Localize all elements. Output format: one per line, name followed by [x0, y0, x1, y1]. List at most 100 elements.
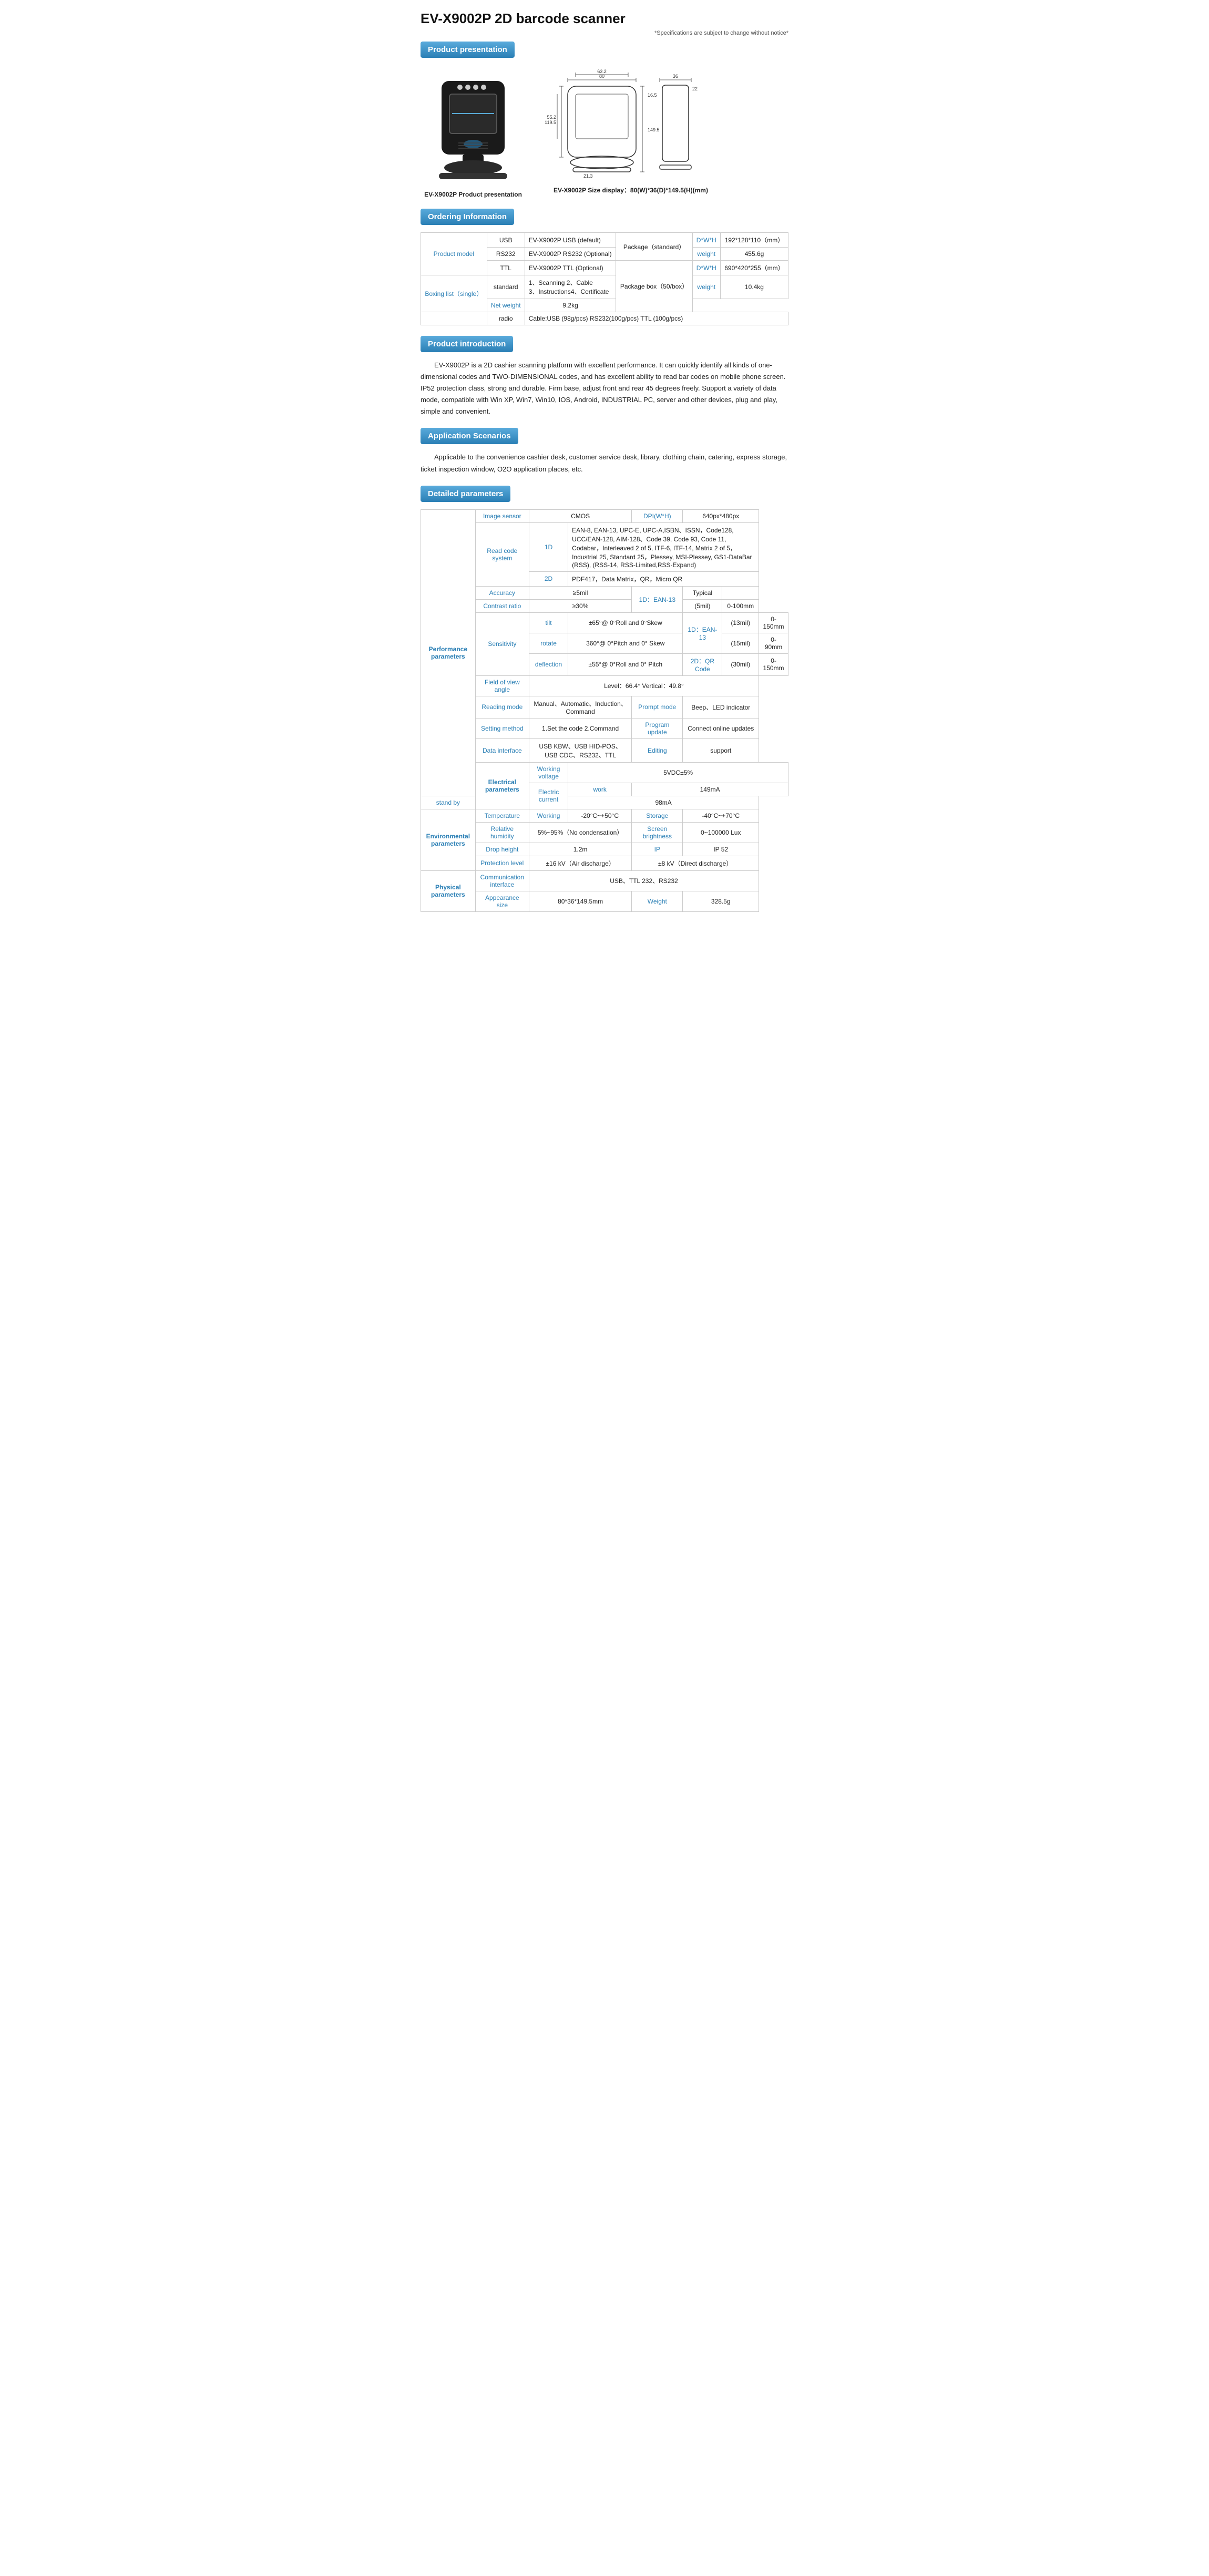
ean13-label-2: 1D：EAN-13: [683, 612, 722, 653]
svg-text:119.5: 119.5: [545, 120, 556, 125]
sensitivity-label: Sensitivity: [475, 612, 529, 675]
protection-direct-value: ±8 kV（Direct discharge）: [632, 856, 759, 870]
comm-interface-label: Communication interface: [475, 870, 529, 891]
program-update-label: Program update: [632, 718, 683, 738]
working-label: Working: [529, 809, 568, 822]
storage-value: -40°C~+70°C: [683, 809, 759, 822]
fov-label: Field of view angle: [475, 675, 529, 696]
ip-label: IP: [632, 843, 683, 856]
boxing-net-weight-value: 9.2kg: [525, 299, 616, 312]
env-group-label: Environmental parameters: [421, 809, 476, 870]
deflection-label: deflection: [529, 653, 568, 675]
app-header: Application Scenarios: [421, 428, 518, 444]
drop-height-label: Drop height: [475, 843, 529, 856]
protection-air-value: ±16 kV（Air discharge）: [529, 856, 631, 870]
5mil-value: 0-100mm: [722, 599, 759, 612]
boxing-radio-label: radio: [487, 312, 525, 325]
table-row: Product model USB EV-X9002P USB (default…: [421, 233, 788, 248]
boxing-radio-items: Cable:USB (98g/pcs) RS232(100g/pcs) TTL …: [525, 312, 788, 325]
box-weight-label: weight: [692, 275, 720, 299]
boxing-radio-group: [421, 312, 487, 325]
1d-codes: EAN-8, EAN-13, UPC-E, UPC-A,ISBN、ISSN，Co…: [568, 522, 759, 571]
contrast-value: ≥30%: [529, 599, 631, 612]
params-section: Detailed parameters Performanceparameter…: [421, 486, 788, 912]
table-row: Physicalparameters Communication interfa…: [421, 870, 788, 891]
params-header: Detailed parameters: [421, 486, 510, 502]
table-row: Data interface USB KBW、USB HID-POS、USB C…: [421, 738, 788, 762]
editing-value: support: [683, 738, 759, 762]
package-box-label: Package box（50/box）: [616, 261, 692, 312]
model-usb: EV-X9002P USB (default): [525, 233, 616, 248]
15mil-value: 0-90mm: [759, 633, 788, 653]
table-row: Appearance size 80*36*149.5mm Weight 328…: [421, 891, 788, 911]
work-label: work: [568, 783, 632, 796]
interface-ttl: TTL: [487, 261, 525, 275]
typical-label: Typical: [683, 586, 722, 599]
intro-header: Product introduction: [421, 336, 513, 352]
box-weight-value: 10.4kg: [720, 275, 788, 299]
read-code-label: Read codesystem: [475, 522, 529, 586]
qr-label: 2D：QR Code: [683, 653, 722, 675]
13mil-value: 0-150mm: [759, 612, 788, 633]
product-model-label: Product model: [421, 233, 487, 275]
table-row: Sensitivity tilt ±65°@ 0°Roll and 0°Skew…: [421, 612, 788, 633]
editing-label: Editing: [632, 738, 683, 762]
prompt-mode-label: Prompt mode: [632, 696, 683, 718]
table-row: Accuracy ≥5mil 1D：EAN-13 Typical: [421, 586, 788, 599]
spec-note: *Specifications are subject to change wi…: [421, 30, 788, 36]
reading-mode-label: Reading mode: [475, 696, 529, 718]
box-dwh-value: 690*420*255（mm）: [720, 261, 788, 275]
scanner-caption: EV-X9002P Product presentation: [421, 191, 526, 198]
ordering-section: Ordering Information Product model USB E…: [421, 209, 788, 325]
model-ttl: EV-X9002P TTL (Optional): [525, 261, 616, 275]
box-dwh-label: D*W*H: [692, 261, 720, 275]
rotate-value: 360°@ 0°Pitch and 0° Skew: [568, 633, 683, 653]
tilt-label: tilt: [529, 612, 568, 633]
2d-codes: PDF417，Data Matrix，QR，Micro QR: [568, 571, 759, 586]
appearance-value: 80*36*149.5mm: [529, 891, 631, 911]
package-standard-label: Package（standard）: [616, 233, 692, 261]
image-sensor-value: CMOS: [529, 509, 631, 522]
15mil-label: (15mil): [722, 633, 759, 653]
page-title: EV-X9002P 2D barcode scanner: [421, 11, 788, 27]
table-row: Protection level ±16 kV（Air discharge） ±…: [421, 856, 788, 870]
intro-section: Product introduction EV-X9002P is a 2D c…: [421, 336, 788, 417]
electric-current-label: Electric current: [529, 783, 568, 809]
table-row: Setting method 1.Set the code 2.Command …: [421, 718, 788, 738]
model-rs232: EV-X9002P RS232 (Optional): [525, 248, 616, 261]
appearance-label: Appearance size: [475, 891, 529, 911]
prompt-mode-value: Beep、LED indicator: [683, 696, 759, 718]
size-caption: EV-X9002P Size display：80(W)*36(D)*149.5…: [541, 186, 720, 194]
program-update-value: Connect online updates: [683, 718, 759, 738]
image-sensor-label: Image sensor: [475, 509, 529, 522]
ordering-header: Ordering Information: [421, 209, 514, 225]
temp-working-value: -20°C~+50°C: [568, 809, 632, 822]
humidity-value: 5%~95%（No condensation）: [529, 822, 631, 843]
1d-label: 1D: [529, 522, 568, 571]
deflection-value: ±55°@ 0°Roll and 0° Pitch: [568, 653, 683, 675]
svg-text:55.2: 55.2: [547, 115, 556, 120]
table-row: Read codesystem 1D EAN-8, EAN-13, UPC-E,…: [421, 522, 788, 571]
weight-value: 328.5g: [683, 891, 759, 911]
svg-text:149.5: 149.5: [648, 127, 660, 132]
dwh-label-1: D*W*H: [692, 233, 720, 248]
dpi-value: 640px*480px: [683, 509, 759, 522]
comm-interface-value: USB、TTL 232、RS232: [529, 870, 759, 891]
table-row: Electricalparameters Working voltage 5VD…: [421, 762, 788, 783]
interface-rs232: RS232: [487, 248, 525, 261]
contrast-label: Contrast ratio: [475, 599, 529, 612]
ean13-label: 1D：EAN-13: [632, 586, 683, 612]
table-row: Contrast ratio ≥30% (5mil) 0-100mm: [421, 599, 788, 612]
protection-label: Protection level: [475, 856, 529, 870]
product-presentation-section: Product presentation: [421, 42, 788, 198]
boxing-net-weight-label: Net weight: [487, 299, 525, 312]
app-text: Applicable to the convenience cashier de…: [421, 451, 788, 475]
5mil-label: (5mil): [683, 599, 722, 612]
accuracy-value: ≥5mil: [529, 586, 631, 599]
dpi-label: DPI(W*H): [632, 509, 683, 522]
svg-text:63.2: 63.2: [597, 69, 607, 74]
setting-method-value: 1.Set the code 2.Command: [529, 718, 631, 738]
product-presentation-header: Product presentation: [421, 42, 515, 58]
13mil-label: (13mil): [722, 612, 759, 633]
setting-method-label: Setting method: [475, 718, 529, 738]
